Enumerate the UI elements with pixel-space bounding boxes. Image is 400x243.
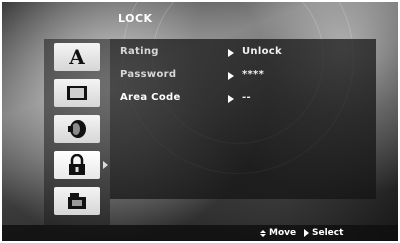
arrow-right-icon: [228, 49, 234, 57]
move-hint: Move: [260, 228, 296, 238]
page-title: LOCK: [118, 12, 153, 25]
row-value: ****: [242, 69, 265, 80]
row-label: Area Code: [120, 92, 181, 103]
speaker-icon: [68, 120, 86, 138]
sidebar-item-audio[interactable]: [54, 115, 100, 143]
arrow-right-icon: [228, 95, 234, 103]
osd-screen: LOCK A Rating Unlock Password **** Area …: [2, 2, 398, 241]
sidebar-item-language[interactable]: A: [54, 43, 100, 71]
up-down-arrow-icon: [260, 229, 266, 237]
select-label: Select: [312, 228, 344, 238]
select-hint: Select: [304, 228, 343, 238]
menu-panel: [110, 39, 376, 199]
row-value: --: [242, 92, 251, 103]
footer-hints: Move Select: [2, 225, 398, 241]
row-label: Password: [120, 69, 177, 80]
arrow-right-icon: [228, 72, 234, 80]
right-arrow-icon: [304, 229, 309, 237]
selected-category-arrow-icon: [103, 161, 108, 169]
letter-a-icon: A: [69, 45, 85, 69]
screen-icon: [67, 86, 87, 100]
move-label: Move: [269, 228, 297, 238]
sidebar-item-others[interactable]: [54, 187, 100, 215]
lock-icon: [69, 154, 85, 175]
sidebar-item-display[interactable]: [54, 79, 100, 107]
row-value: Unlock: [242, 46, 282, 57]
sidebar: A: [44, 39, 110, 225]
folder-icon: [68, 193, 86, 209]
sidebar-item-lock[interactable]: [54, 151, 100, 179]
header: LOCK: [2, 2, 398, 34]
row-label: Rating: [120, 46, 159, 57]
